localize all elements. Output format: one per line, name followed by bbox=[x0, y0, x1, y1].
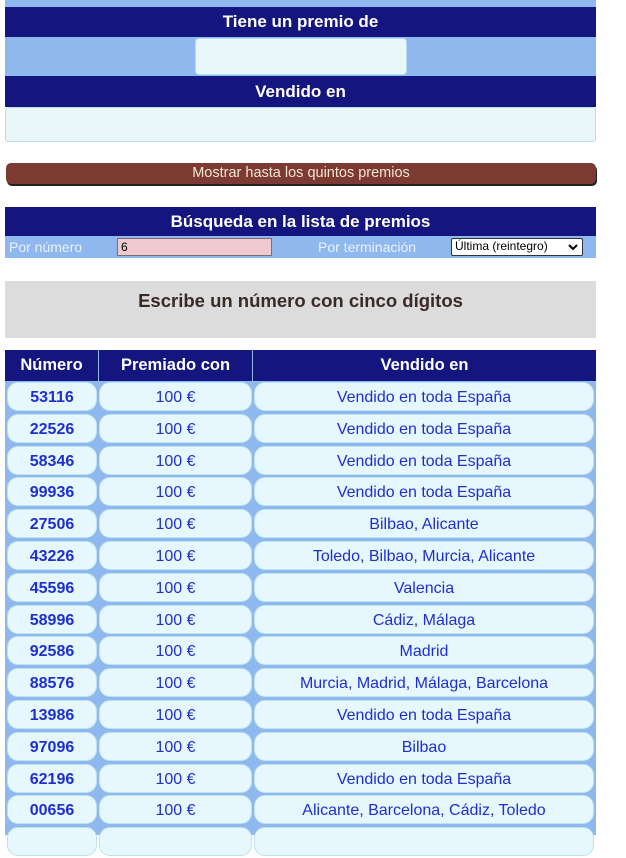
by-number-label: Por número bbox=[9, 239, 83, 255]
table-row: 62196 100 € Vendido en toda España bbox=[5, 763, 596, 795]
cell-premio: 100 € bbox=[99, 509, 252, 538]
by-ending-label: Por terminación bbox=[318, 239, 417, 255]
message-panel: Escribe un número con cinco dígitos bbox=[5, 281, 596, 338]
ending-select[interactable]: Última (reintegro) bbox=[451, 238, 583, 256]
cell-numero: 99936 bbox=[7, 477, 97, 506]
cell-premio: 100 € bbox=[99, 636, 252, 665]
table-row: 88576 100 € Murcia, Madrid, Málaga, Barcel… bbox=[5, 667, 596, 699]
table-row bbox=[5, 826, 596, 858]
cell-premio: 100 € bbox=[99, 541, 252, 570]
cell-premio: 100 € bbox=[99, 700, 252, 729]
cell-premio: 100 € bbox=[99, 573, 252, 602]
cell-vendido: Toledo, Bilbao, Murcia, Alicante bbox=[254, 541, 594, 570]
table-header: Número Premiado con Vendido en bbox=[5, 350, 596, 381]
message-text: Escribe un número con cinco dígitos bbox=[138, 290, 463, 311]
cell-vendido: Madrid bbox=[254, 636, 594, 665]
cell-vendido: Vendido en toda España bbox=[254, 446, 594, 475]
cell-premio: 100 € bbox=[99, 446, 252, 475]
cell-vendido bbox=[254, 827, 594, 856]
cell-numero: 62196 bbox=[7, 764, 97, 793]
search-title: Búsqueda en la lista de premios bbox=[5, 207, 596, 236]
table-row: 43226 100 € Toledo, Bilbao, Murcia, Alican… bbox=[5, 540, 596, 572]
vendido-header: Vendido en bbox=[5, 76, 596, 107]
cell-numero: 43226 bbox=[7, 541, 97, 570]
table-body: 53116 100 € Vendido en toda España 22526 100… bbox=[5, 381, 596, 856]
cell-vendido: Valencia bbox=[254, 573, 594, 602]
table-row: 58996 100 € Cádiz, Málaga bbox=[5, 604, 596, 636]
cell-vendido: Bilbao bbox=[254, 732, 594, 761]
table-row: 58346 100 € Vendido en toda España bbox=[5, 445, 596, 477]
table-row: 97096 100 € Bilbao bbox=[5, 731, 596, 763]
table-row: 27506 100 € Bilbao, Alicante bbox=[5, 508, 596, 540]
table-row: 00656 100 € Alicante, Barcelona, Cádiz, To… bbox=[5, 794, 596, 826]
header-numero: Número bbox=[20, 356, 83, 374]
show-fifth-prizes-button[interactable]: Mostrar hasta los quintos premios bbox=[6, 163, 596, 184]
header-premiado: Premiado con bbox=[120, 356, 231, 374]
premio-value-box bbox=[195, 38, 407, 75]
cell-numero: 00656 bbox=[7, 795, 97, 824]
cell-vendido: Vendido en toda España bbox=[254, 764, 594, 793]
cell-vendido: Bilbao, Alicante bbox=[254, 509, 594, 538]
cell-premio bbox=[99, 827, 252, 856]
cell-premio: 100 € bbox=[99, 732, 252, 761]
ending-select-value: Última (reintegro) bbox=[455, 239, 548, 253]
premio-row bbox=[5, 37, 596, 76]
header-vendido: Vendido en bbox=[380, 356, 469, 374]
search-row: Por número 6 Por terminación Última (rei… bbox=[5, 236, 596, 258]
cell-premio: 100 € bbox=[99, 764, 252, 793]
cell-vendido: Vendido en toda España bbox=[254, 382, 594, 411]
table-row: 45596 100 € Valencia bbox=[5, 572, 596, 604]
cell-vendido: Vendido en toda España bbox=[254, 414, 594, 443]
cell-vendido: Vendido en toda España bbox=[254, 477, 594, 506]
cell-vendido: Vendido en toda España bbox=[254, 700, 594, 729]
table-row: 53116 100 € Vendido en toda España bbox=[5, 381, 596, 413]
table-row: 13986 100 € Vendido en toda España bbox=[5, 699, 596, 731]
cell-numero: 92586 bbox=[7, 636, 97, 665]
cell-numero: 22526 bbox=[7, 414, 97, 443]
chevron-down-icon bbox=[568, 239, 578, 260]
table-row: 22526 100 € Vendido en toda España bbox=[5, 413, 596, 445]
table-row: 99936 100 € Vendido en toda España bbox=[5, 476, 596, 508]
cell-premio: 100 € bbox=[99, 414, 252, 443]
cell-numero: 45596 bbox=[7, 573, 97, 602]
cell-numero: 27506 bbox=[7, 509, 97, 538]
cell-vendido: Murcia, Madrid, Málaga, Barcelona bbox=[254, 668, 594, 697]
cell-premio: 100 € bbox=[99, 795, 252, 824]
cell-numero: 13986 bbox=[7, 700, 97, 729]
cell-numero: 58346 bbox=[7, 446, 97, 475]
cell-premio: 100 € bbox=[99, 668, 252, 697]
cell-premio: 100 € bbox=[99, 477, 252, 506]
cell-numero: 53116 bbox=[7, 382, 97, 411]
cell-vendido: Cádiz, Málaga bbox=[254, 605, 594, 634]
number-input[interactable]: 6 bbox=[117, 238, 272, 256]
top-stub bbox=[5, 0, 596, 7]
vendido-value-box bbox=[5, 107, 596, 142]
cell-numero: 58996 bbox=[7, 605, 97, 634]
premio-header: Tiene un premio de bbox=[5, 7, 596, 37]
cell-premio: 100 € bbox=[99, 382, 252, 411]
cell-numero bbox=[7, 827, 97, 856]
table-row: 92586 100 € Madrid bbox=[5, 635, 596, 667]
cell-numero: 97096 bbox=[7, 732, 97, 761]
cell-vendido: Alicante, Barcelona, Cádiz, Toledo bbox=[254, 795, 594, 824]
cell-premio: 100 € bbox=[99, 605, 252, 634]
cell-numero: 88576 bbox=[7, 668, 97, 697]
